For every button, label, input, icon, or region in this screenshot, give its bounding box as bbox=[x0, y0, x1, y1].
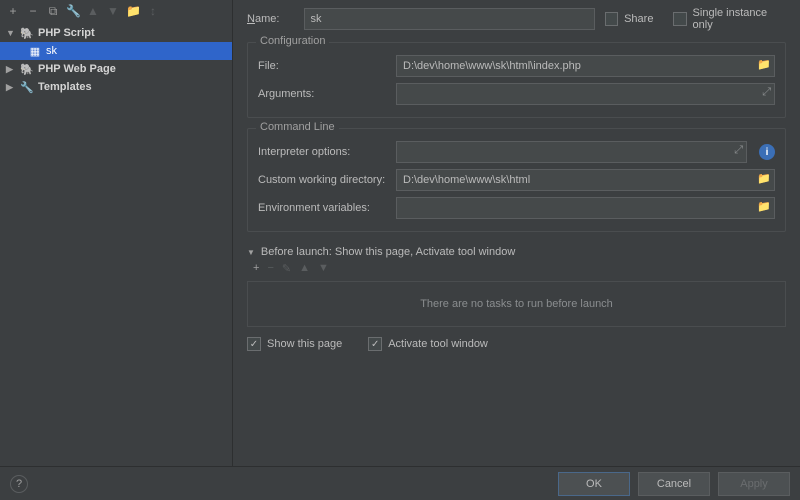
env-label: Environment variables: bbox=[258, 202, 388, 214]
cwd-label: Custom working directory: bbox=[258, 174, 388, 186]
down-icon: ▼ bbox=[106, 4, 120, 18]
sort-icon: ↕ bbox=[146, 4, 160, 18]
tasks-empty-label: There are no tasks to run before launch bbox=[420, 298, 613, 310]
interpreter-options-input[interactable] bbox=[396, 141, 747, 163]
tree-label: sk bbox=[46, 45, 57, 57]
info-icon[interactable]: i bbox=[759, 144, 775, 160]
browse-icon[interactable]: 📁 bbox=[757, 58, 771, 71]
tree-node-templates[interactable]: ▶ 🔧 Templates bbox=[0, 78, 232, 96]
add-icon[interactable]: + bbox=[6, 4, 20, 18]
file-input[interactable] bbox=[396, 55, 775, 77]
footer: ? OK Cancel Apply bbox=[0, 466, 800, 500]
folder-icon[interactable]: 📁 bbox=[126, 4, 140, 18]
disclosure-triangle-icon[interactable]: ▼ bbox=[247, 248, 255, 257]
name-label: Name: bbox=[247, 13, 294, 25]
expand-icon[interactable]: ⤢ bbox=[734, 144, 743, 157]
tasks-toolbar: + − ✎ ▲ ▼ bbox=[247, 258, 786, 279]
sidebar-toolbar: + − ⧉ 🔧 ▲ ▼ 📁 ↕ bbox=[0, 0, 232, 22]
remove-icon[interactable]: − bbox=[26, 4, 40, 18]
command-line-group: Command Line Interpreter options: ⤢ i Cu… bbox=[247, 128, 786, 232]
up-task-icon: ▲ bbox=[299, 262, 310, 275]
wrench-icon: 🔧 bbox=[20, 81, 34, 94]
tree-node-php-script[interactable]: ▼ 🐘 PHP Script bbox=[0, 24, 232, 42]
disclosure-triangle-icon[interactable]: ▶ bbox=[6, 64, 16, 75]
arguments-label: Arguments: bbox=[258, 88, 388, 100]
tasks-list: There are no tasks to run before launch bbox=[247, 281, 786, 327]
env-input[interactable] bbox=[396, 197, 775, 219]
tree-node-php-web[interactable]: ▶ 🐘 PHP Web Page bbox=[0, 60, 232, 78]
command-line-legend: Command Line bbox=[256, 121, 339, 133]
ok-button[interactable]: OK bbox=[558, 472, 630, 496]
remove-task-icon: − bbox=[267, 262, 273, 275]
interpreter-options-label: Interpreter options: bbox=[258, 146, 388, 158]
browse-icon[interactable]: 📁 bbox=[757, 172, 771, 185]
apply-button: Apply bbox=[718, 472, 790, 496]
arguments-input[interactable] bbox=[396, 83, 775, 105]
browse-icon[interactable]: 📁 bbox=[757, 200, 771, 213]
share-checkbox[interactable] bbox=[605, 12, 618, 26]
file-label: File: bbox=[258, 60, 388, 72]
activate-tool-checkbox[interactable] bbox=[368, 337, 382, 351]
script-icon: ▦ bbox=[28, 45, 42, 58]
tree-node-sk[interactable]: ▦ sk bbox=[0, 42, 232, 60]
show-page-label: Show this page bbox=[267, 338, 342, 350]
configuration-legend: Configuration bbox=[256, 35, 329, 47]
help-button[interactable]: ? bbox=[10, 475, 28, 493]
down-task-icon: ▼ bbox=[318, 262, 329, 275]
tree-label: PHP Script bbox=[38, 27, 95, 39]
php-icon: 🐘 bbox=[20, 27, 34, 40]
edit-task-icon: ✎ bbox=[282, 262, 291, 275]
add-task-icon[interactable]: + bbox=[253, 262, 259, 275]
single-instance-label: Single instance only bbox=[693, 7, 786, 31]
config-tree: ▼ 🐘 PHP Script ▦ sk ▶ 🐘 PHP Web Page ▶ 🔧… bbox=[0, 22, 232, 466]
copy-icon[interactable]: ⧉ bbox=[46, 4, 60, 19]
php-icon: 🐘 bbox=[20, 63, 34, 76]
expand-icon[interactable]: ⤢ bbox=[762, 86, 771, 99]
before-launch-header[interactable]: ▼ Before launch: Show this page, Activat… bbox=[247, 246, 786, 258]
disclosure-triangle-icon[interactable]: ▼ bbox=[6, 28, 16, 38]
disclosure-triangle-icon[interactable]: ▶ bbox=[6, 82, 16, 93]
wrench-icon[interactable]: 🔧 bbox=[66, 4, 80, 18]
up-icon: ▲ bbox=[86, 4, 100, 18]
cancel-button[interactable]: Cancel bbox=[638, 472, 710, 496]
before-launch-label: Before launch: Show this page, Activate … bbox=[261, 246, 515, 258]
share-label: Share bbox=[624, 13, 653, 25]
cwd-input[interactable] bbox=[396, 169, 775, 191]
single-instance-checkbox[interactable] bbox=[673, 12, 686, 26]
content-panel: Name: Share Single instance only Configu… bbox=[233, 0, 800, 466]
tree-label: Templates bbox=[38, 81, 92, 93]
sidebar: + − ⧉ 🔧 ▲ ▼ 📁 ↕ ▼ 🐘 PHP Script ▦ sk ▶ 🐘 … bbox=[0, 0, 233, 466]
show-page-checkbox[interactable] bbox=[247, 337, 261, 351]
configuration-group: Configuration File: 📁 Arguments: ⤢ bbox=[247, 42, 786, 118]
tree-label: PHP Web Page bbox=[38, 63, 116, 75]
activate-tool-label: Activate tool window bbox=[388, 338, 488, 350]
name-input[interactable] bbox=[304, 8, 595, 30]
